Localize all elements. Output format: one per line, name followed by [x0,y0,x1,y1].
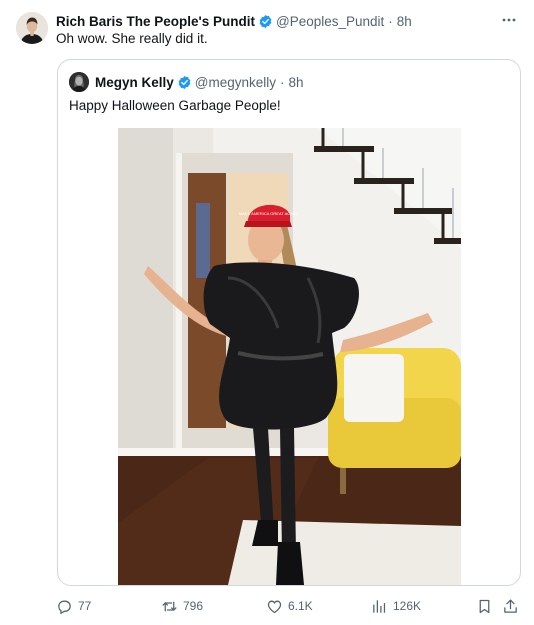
quoted-author-handle[interactable]: @megynkelly [195,75,276,90]
more-dots-icon [502,18,516,22]
quoted-author-name[interactable]: Megyn Kelly [95,75,174,90]
like-count: 6.1K [288,599,313,613]
reply-icon [58,600,71,614]
quoted-tweet-card[interactable]: Megyn Kelly @megynkelly · 8h Happy Hallo… [57,59,521,586]
tweet-action-bar: 77 796 6.1K 126K [56,596,522,616]
like-icon [267,600,282,613]
repost-button[interactable]: 796 [161,596,203,616]
author-handle[interactable]: @Peoples_Pundit [276,14,384,29]
like-button[interactable]: 6.1K [266,596,313,616]
share-icon [504,598,517,613]
author-name[interactable]: Rich Baris The People's Pundit [56,14,255,29]
repost-icon [162,601,177,611]
quoted-header-separator: · [280,74,285,90]
quoted-tweet-photo[interactable]: MAKE AMERICA GREAT AGAIN [118,128,461,585]
quoted-tweet-text: Happy Halloween Garbage People! [69,98,281,113]
bookmark-button[interactable] [476,596,498,616]
repost-count: 796 [183,599,204,613]
bookmark-icon [479,599,490,613]
quoted-author-avatar[interactable] [69,72,89,92]
share-button[interactable] [502,596,524,616]
views-count: 126K [393,599,422,613]
verified-badge-icon[interactable] [258,14,273,29]
verified-badge-icon[interactable] [177,75,192,90]
quoted-avatar-image [69,72,89,92]
photo-illustration: MAKE AMERICA GREAT AGAIN [118,128,461,585]
avatar-image [16,12,48,44]
views-icon [373,599,386,613]
views-button[interactable]: 126K [371,596,421,616]
tweet-time[interactable]: 8h [397,14,412,29]
tweet[interactable]: Rich Baris The People's Pundit @Peoples_… [0,0,534,625]
tweet-header: Rich Baris The People's Pundit @Peoples_… [56,12,518,30]
author-avatar[interactable] [16,12,48,44]
hat-text: MAKE AMERICA GREAT AGAIN [239,211,297,216]
more-options-button[interactable] [498,10,520,30]
quoted-tweet-header: Megyn Kelly @megynkelly · 8h [69,72,304,92]
header-separator: · [388,13,393,29]
reply-count: 77 [78,599,92,613]
reply-button[interactable]: 77 [56,596,91,616]
tweet-text: Oh wow. She really did it. [56,31,208,46]
quoted-tweet-time[interactable]: 8h [289,75,304,90]
